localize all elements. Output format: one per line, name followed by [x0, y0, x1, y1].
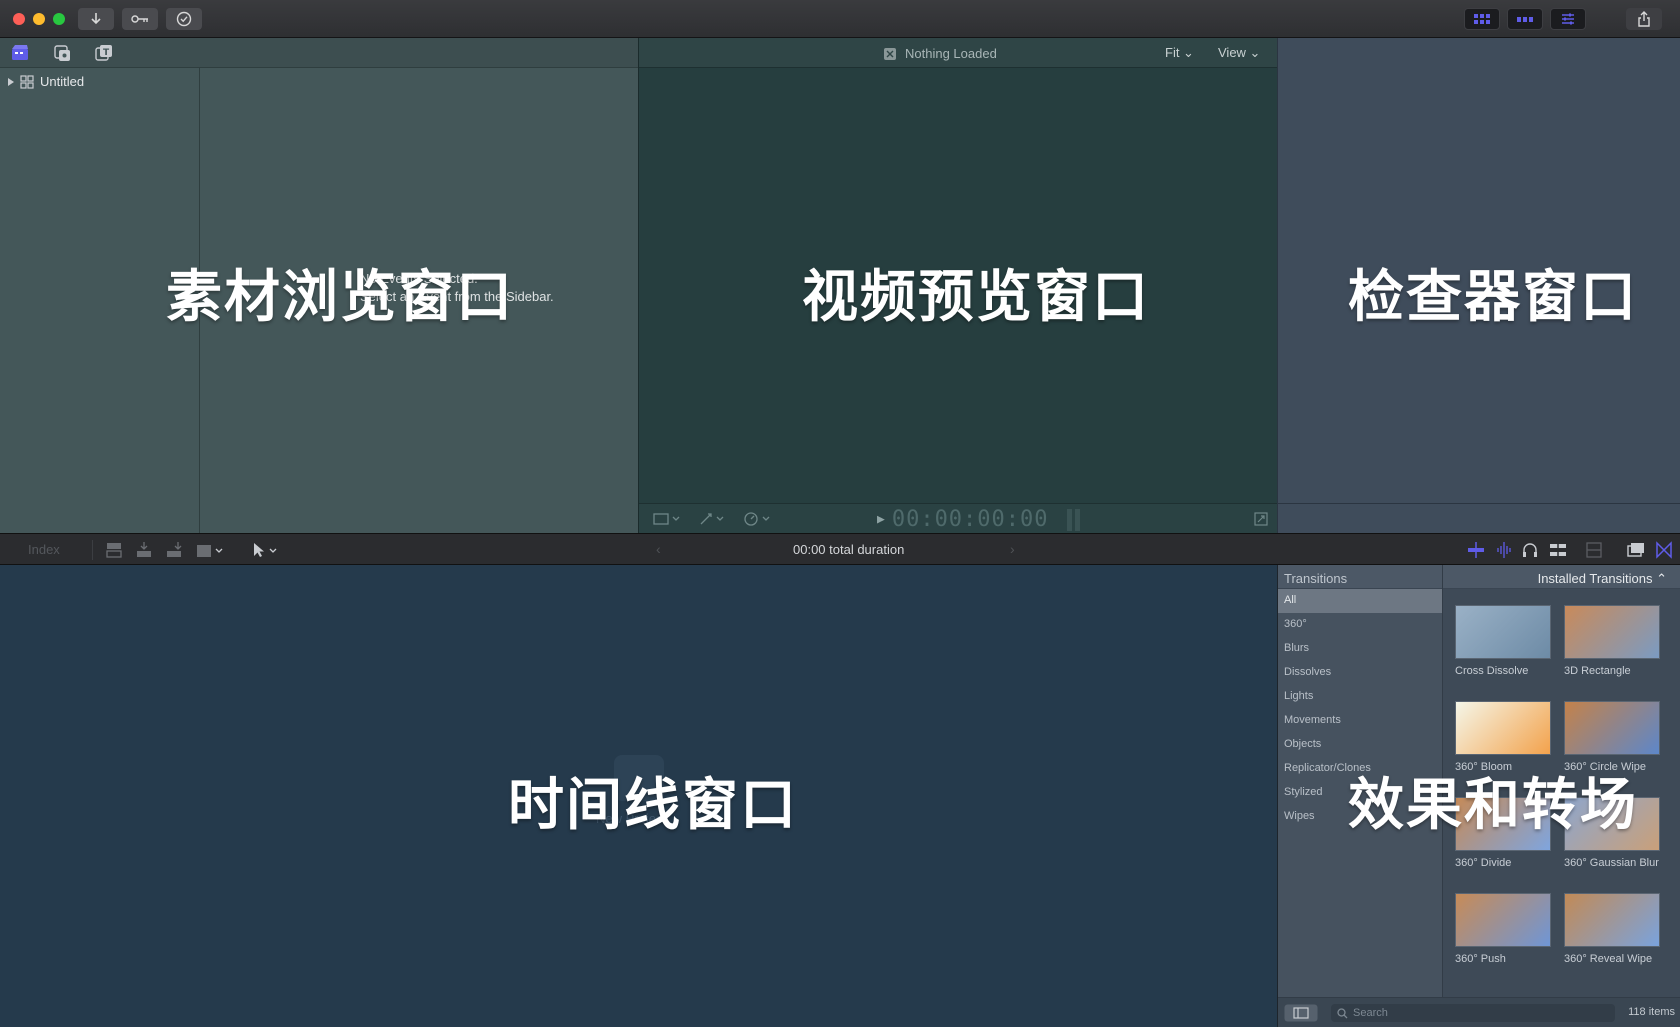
- clip-icon: [884, 47, 896, 60]
- libraries-icon[interactable]: [10, 43, 30, 63]
- installed-transitions-selector[interactable]: Installed Transitions ⌃: [1443, 565, 1680, 589]
- key-icon: [131, 15, 148, 23]
- browser-header: T: [0, 38, 638, 68]
- skimming-icon[interactable]: [1466, 541, 1486, 559]
- category-item[interactable]: Movements: [1278, 709, 1442, 733]
- transition-label: 3D Rectangle: [1564, 665, 1631, 677]
- show-browser-button[interactable]: [1464, 8, 1500, 30]
- timecode-value: 00:00:00:00: [891, 507, 1049, 532]
- final-cut-window: T Untitled No Events Selected. Select an…: [0, 0, 1680, 1027]
- photos-audio-icon[interactable]: [52, 43, 72, 63]
- inspector-footer: [1278, 503, 1680, 533]
- background-tasks-button[interactable]: [166, 8, 202, 30]
- timeline-toolbar: Index ‹ 00:00 total duration ›: [0, 533, 1680, 565]
- sliders-icon: [1562, 13, 1574, 25]
- search-placeholder: Search: [1353, 1007, 1388, 1019]
- transition-label: 360° Gaussian Blur: [1564, 857, 1659, 869]
- transitions-search-field[interactable]: Search: [1331, 1004, 1615, 1022]
- transition-thumbnail[interactable]: [1564, 605, 1660, 659]
- viewer-title: Nothing Loaded: [883, 46, 997, 61]
- fullscreen-icon[interactable]: [1254, 512, 1268, 526]
- checkmark-circle-icon: [176, 11, 192, 27]
- transition-thumbnail[interactable]: [1564, 893, 1660, 947]
- library-name: Untitled: [40, 74, 85, 89]
- transition-item[interactable]: Cross Dissolve: [1455, 605, 1555, 678]
- next-arrow-icon[interactable]: ›: [1010, 541, 1015, 557]
- effects-browser-icon[interactable]: [1654, 541, 1674, 559]
- timeline-index-icon[interactable]: [1626, 541, 1646, 559]
- insert-clip-icon[interactable]: [134, 541, 154, 559]
- transition-item[interactable]: 360° Reveal Wipe: [1564, 893, 1664, 966]
- share-button[interactable]: [1626, 8, 1662, 30]
- category-item[interactable]: All: [1278, 589, 1442, 613]
- item-count: 118 items: [1628, 1006, 1675, 1018]
- snapping-icon[interactable]: [1548, 541, 1568, 559]
- transition-thumbnail[interactable]: [1455, 605, 1551, 659]
- category-item[interactable]: Lights: [1278, 685, 1442, 709]
- show-timeline-button[interactable]: [1507, 8, 1543, 30]
- effects-overlay-label: 效果和转场: [1348, 773, 1638, 838]
- transition-label: 360° Divide: [1455, 857, 1512, 869]
- inspector-overlay-label: 检查器窗口: [1348, 265, 1638, 330]
- transition-thumbnail[interactable]: [1564, 701, 1660, 755]
- close-window-button[interactable]: [13, 13, 25, 25]
- retime-speed-icon[interactable]: [743, 511, 773, 527]
- timeline-icon: [1517, 17, 1533, 22]
- viewer-overlay-label: 视频预览窗口: [802, 265, 1150, 330]
- timecode-display: ▶ 00:00:00:00: [877, 507, 1081, 532]
- minimize-window-button[interactable]: [33, 13, 45, 25]
- library-item-untitled[interactable]: Untitled: [8, 74, 84, 89]
- previous-arrow-icon[interactable]: ‹: [656, 541, 661, 557]
- zoom-window-button[interactable]: [53, 13, 65, 25]
- transform-menu-icon[interactable]: [653, 512, 681, 526]
- library-grid-icon: [20, 74, 34, 89]
- transition-item[interactable]: 3D Rectangle: [1564, 605, 1664, 678]
- search-icon: [1337, 1008, 1348, 1019]
- share-icon: [1638, 11, 1650, 27]
- category-item[interactable]: 360°: [1278, 613, 1442, 637]
- download-arrow-icon: [91, 13, 101, 25]
- transition-label: 360° Reveal Wipe: [1564, 953, 1653, 965]
- append-clip-icon[interactable]: [164, 541, 184, 559]
- window-toolbar: [0, 0, 1680, 38]
- svg-text:T: T: [103, 48, 110, 58]
- category-item[interactable]: Blurs: [1278, 637, 1442, 661]
- play-icon[interactable]: ▶: [877, 512, 886, 527]
- overwrite-clip-icon[interactable]: [194, 541, 226, 559]
- show-inspector-button[interactable]: [1550, 8, 1586, 30]
- browser-overlay-label: 素材浏览窗口: [166, 265, 514, 330]
- browser-grid-icon: [1474, 14, 1490, 24]
- category-item[interactable]: Objects: [1278, 733, 1442, 757]
- audio-skimming-icon[interactable]: [1494, 541, 1514, 559]
- transition-item[interactable]: 360° Push: [1455, 893, 1555, 966]
- titles-generators-icon[interactable]: T: [94, 43, 114, 63]
- viewer-status: Nothing Loaded: [905, 46, 997, 61]
- index-button[interactable]: Index: [28, 542, 60, 557]
- fit-menu[interactable]: Fit ⌄: [1165, 45, 1194, 61]
- viewer-controls: ▶ 00:00:00:00: [639, 503, 1277, 533]
- transition-thumbnail[interactable]: [1455, 701, 1551, 755]
- enhancement-wand-icon[interactable]: [699, 512, 727, 526]
- connect-clip-icon[interactable]: [104, 541, 124, 559]
- audio-meter: [1066, 508, 1081, 531]
- timeline-overlay-label: 时间线窗口: [508, 773, 798, 838]
- categories-header: Transitions: [1278, 565, 1442, 589]
- import-button[interactable]: [78, 8, 114, 30]
- disclosure-triangle-icon[interactable]: [8, 77, 14, 86]
- toolbar-divider: [92, 540, 93, 560]
- headphones-icon[interactable]: [1520, 541, 1540, 559]
- total-duration: 00:00 total duration: [793, 542, 905, 557]
- keywords-button[interactable]: [122, 8, 158, 30]
- transition-label: 360° Push: [1455, 953, 1506, 965]
- view-menu[interactable]: View ⌄: [1218, 45, 1260, 61]
- viewer-header: Nothing Loaded Fit ⌄ View ⌄: [639, 38, 1277, 68]
- category-item[interactable]: Dissolves: [1278, 661, 1442, 685]
- transitions-footer: Search 118 items: [1278, 997, 1680, 1027]
- clip-appearance-icon[interactable]: [1584, 541, 1604, 559]
- transition-thumbnail[interactable]: [1455, 893, 1551, 947]
- transition-label: Cross Dissolve: [1455, 665, 1529, 677]
- sidebar-toggle-icon[interactable]: [1284, 1004, 1318, 1022]
- select-tool-icon[interactable]: [250, 541, 282, 559]
